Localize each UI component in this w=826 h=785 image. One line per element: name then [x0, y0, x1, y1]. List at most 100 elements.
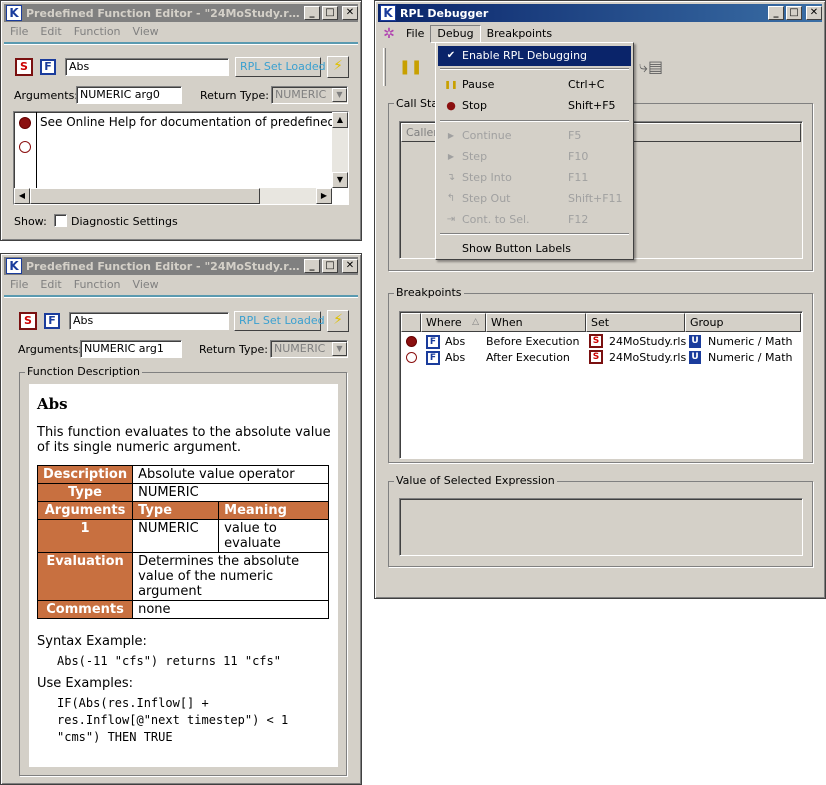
menu-item-show-button-labels[interactable]: Show Button Labels [438, 239, 631, 259]
breakpoint-disabled-icon[interactable] [406, 352, 417, 363]
description-text: This function evaluates to the absolute … [37, 425, 331, 455]
maximize-button[interactable]: □ [322, 6, 338, 20]
function-icon[interactable]: F [44, 313, 60, 329]
when-column-header[interactable]: When [486, 313, 586, 332]
chevron-down-icon[interactable]: ▼ [332, 342, 347, 356]
table-row[interactable]: F Abs Before Execution S 24MoStudy.rls U… [401, 334, 801, 350]
bug-icon[interactable]: ✲ [378, 26, 400, 42]
lightning-bolt-icon[interactable]: ⚡ [327, 310, 349, 332]
toolbar-grip [383, 48, 386, 86]
menu-edit[interactable]: Edit [34, 276, 67, 294]
menu-item-shortcut: Shift+F5 [568, 99, 616, 112]
rpl-set-loaded-button[interactable]: RPL Set Loaded [234, 311, 325, 331]
function-name-field[interactable]: Abs [69, 312, 229, 330]
value-of-selected-expression-title: Value of Selected Expression [394, 474, 557, 487]
function-name-field[interactable]: Abs [65, 58, 229, 76]
set-column-header[interactable]: Set [586, 313, 685, 332]
menu-file[interactable]: File [4, 23, 34, 41]
minimize-button[interactable]: _ [768, 6, 784, 20]
menu-separator [440, 233, 629, 235]
table-cell-arg-type: NUMERIC [132, 519, 220, 553]
expression-value-display[interactable] [399, 498, 803, 556]
gutter-divider [36, 112, 37, 188]
menu-item-pause[interactable]: ❚❚ Pause Ctrl+C [438, 75, 631, 95]
minimize-button[interactable]: _ [304, 6, 320, 20]
menu-separator [440, 68, 629, 70]
breakpoint-disabled-icon[interactable] [19, 141, 31, 153]
arguments-field[interactable]: NUMERIC arg0 [76, 86, 182, 104]
menu-view[interactable]: View [127, 23, 165, 41]
menu-item-stop[interactable]: ● Stop Shift+F5 [438, 96, 631, 116]
bp-set: 24MoStudy.rls [609, 335, 687, 348]
rpl-set-icon[interactable]: S [15, 58, 33, 76]
scroll-right-icon[interactable]: ▶ [316, 188, 332, 204]
menu-item-label: Stop [462, 99, 488, 112]
diagnostic-settings-checkbox[interactable] [54, 214, 67, 227]
bp-where: Abs [445, 351, 466, 364]
vertical-scrollbar[interactable]: ▲ ▼ [332, 112, 348, 188]
breakpoint-enabled-icon[interactable] [406, 336, 417, 347]
close-button[interactable]: ✕ [806, 6, 822, 20]
breakpoints-table[interactable]: Where △ When Set Group F Abs Before Exec… [399, 311, 803, 459]
where-header-label: Where [426, 316, 462, 329]
rpl-set-icon[interactable]: S [19, 312, 37, 330]
menu-item-step-out[interactable]: ↰ Step Out Shift+F11 [438, 189, 631, 209]
arguments-field[interactable]: NUMERIC arg1 [80, 340, 182, 358]
bp-group: Numeric / Math [708, 335, 793, 348]
scroll-down-icon[interactable]: ▼ [332, 172, 348, 188]
menu-debug[interactable]: Debug [430, 25, 481, 43]
maximize-button[interactable]: □ [786, 6, 802, 20]
table-cell-arg-number: 1 [36, 519, 134, 553]
pause-toolbar-button[interactable]: ❚❚ [399, 57, 422, 77]
table-header-meaning: Meaning [218, 501, 329, 520]
show-labels-toolbar-icon[interactable]: ⤷▤ [639, 55, 673, 79]
chevron-down-icon[interactable]: ▼ [332, 88, 347, 102]
function-icon[interactable]: F [40, 59, 56, 75]
menu-file[interactable]: File [4, 276, 34, 294]
lightning-bolt-icon[interactable]: ⚡ [327, 56, 349, 78]
menu-separator [440, 120, 629, 122]
menu-breakpoints[interactable]: Breakpoints [481, 25, 559, 43]
editor-text[interactable]: See Online Help for documentation of pre… [40, 115, 332, 129]
close-button[interactable]: ✕ [342, 259, 358, 273]
scroll-left-icon[interactable]: ◀ [14, 188, 30, 204]
menu-item-shortcut: F11 [568, 171, 589, 184]
minimize-button[interactable]: _ [304, 259, 320, 273]
menu-item-label: Continue [462, 129, 512, 142]
menu-item-continue-to-selection[interactable]: ⇥ Cont. to Sel. F12 [438, 210, 631, 230]
menu-item-step[interactable]: ▶ Step F10 [438, 147, 631, 167]
menu-function[interactable]: Function [68, 23, 127, 41]
menu-item-shortcut: Ctrl+C [568, 78, 605, 91]
scroll-up-icon[interactable]: ▲ [332, 112, 348, 128]
use-examples-code: IF(Abs(res.Inflow[] + res.Inflow[@"next … [57, 696, 289, 744]
breakpoint-enabled-icon[interactable] [19, 117, 31, 129]
menu-view[interactable]: View [127, 276, 165, 294]
riverware-app-icon: K [380, 5, 396, 21]
menu-item-continue[interactable]: ▶ Continue F5 [438, 126, 631, 146]
horizontal-scrollbar[interactable]: ◀ ▶ [14, 188, 332, 204]
table-row[interactable]: F Abs After Execution S 24MoStudy.rls U … [401, 350, 801, 366]
close-button[interactable]: ✕ [342, 6, 358, 20]
expression-editor[interactable]: See Online Help for documentation of pre… [13, 111, 349, 205]
menu-edit[interactable]: Edit [34, 23, 67, 41]
table-cell-type: NUMERIC [132, 483, 329, 502]
maximize-button[interactable]: □ [322, 259, 338, 273]
group-column-header[interactable]: Group [685, 313, 801, 332]
menu-file[interactable]: File [400, 25, 430, 43]
debug-menu-dropdown: ✔ Enable RPL Debugging ❚❚ Pause Ctrl+C ●… [435, 42, 634, 260]
scroll-thumb[interactable] [30, 188, 260, 204]
debugger-titlebar[interactable]: K RPL Debugger _ □ ✕ [378, 4, 822, 22]
menu-function[interactable]: Function [68, 276, 127, 294]
editor2-title: Predefined Function Editor - "24MoStudy.… [26, 259, 302, 273]
where-column-header[interactable]: Where △ [421, 313, 486, 332]
menu-item-step-into[interactable]: ↴ Step Into F11 [438, 168, 631, 188]
rpl-set-loaded-button[interactable]: RPL Set Loaded [235, 57, 326, 77]
bp-when: Before Execution [486, 335, 580, 348]
diagnostic-settings-label[interactable]: Diagnostic Settings [71, 215, 178, 228]
editor1-titlebar[interactable]: K Predefined Function Editor - "24MoStud… [4, 4, 358, 22]
editor2-titlebar[interactable]: K Predefined Function Editor - "24MoStud… [4, 257, 358, 275]
menu-item-label: Cont. to Sel. [462, 213, 530, 226]
table-header-arguments: Arguments [36, 501, 134, 520]
table-cell-comments: none [132, 600, 329, 619]
menu-item-enable-rpl-debugging[interactable]: ✔ Enable RPL Debugging [438, 46, 631, 66]
